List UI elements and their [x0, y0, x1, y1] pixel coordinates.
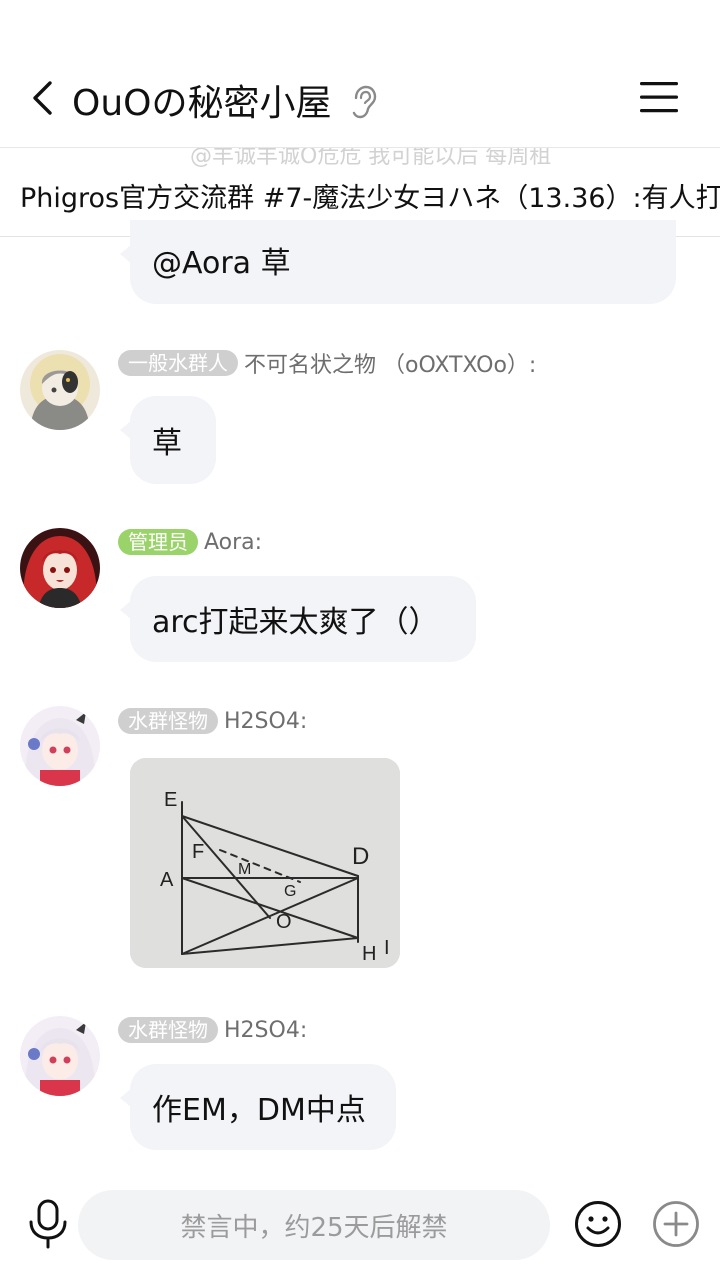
ear-icon[interactable] — [348, 84, 378, 120]
sketch-label: E — [164, 789, 177, 811]
member-title-badge: 一般水群人 — [118, 350, 238, 376]
sketch-label: H — [362, 943, 376, 965]
sender-name[interactable]: H2SO4: — [224, 1018, 307, 1043]
hamburger-menu-icon[interactable] — [640, 80, 678, 114]
sketch-label: O — [276, 911, 292, 933]
message-meta: 水群怪物 H2SO4: — [118, 1015, 307, 1045]
banner-ghost-text: @羊诚羊诚O危危 我可能以后 每周租 — [190, 148, 552, 169]
message-text: 作EM，DM中点 — [152, 1093, 366, 1128]
smiley-icon[interactable] — [574, 1200, 622, 1248]
message-bubble[interactable]: 作EM，DM中点 — [120, 1064, 396, 1150]
sketch-label: A — [160, 869, 174, 891]
sketch-label: G — [284, 883, 296, 900]
message-bubble[interactable]: 草 — [120, 396, 216, 484]
muted-placeholder: 禁言中，约25天后解禁 — [180, 1212, 448, 1243]
member-title-badge: 水群怪物 — [118, 708, 218, 734]
message-meta: 一般水群人 不可名状之物 （oOXTXOo）: — [118, 348, 536, 378]
image-message[interactable]: E F M A G O D H I — [130, 758, 400, 968]
geometry-sketch-photo: E F M A G O D H I — [130, 758, 400, 968]
chevron-left-icon[interactable] — [28, 80, 58, 116]
banner-text: Phigros官方交流群 #7-魔法少女ヨハネ（13.36）:有人打 — [20, 183, 720, 214]
sketch-label: D — [352, 843, 369, 870]
message-input[interactable]: 禁言中，约25天后解禁 — [78, 1190, 550, 1260]
chat-title: OuOの秘密小屋 — [72, 83, 332, 124]
avatar[interactable] — [20, 1016, 100, 1096]
sketch-label: M — [238, 861, 251, 878]
sender-name[interactable]: H2SO4: — [224, 709, 307, 734]
sender-name[interactable]: Aora: — [204, 530, 262, 555]
message-text: 草 — [152, 426, 182, 461]
admin-badge: 管理员 — [118, 529, 198, 555]
sender-name[interactable]: 不可名状之物 （oOXTXOo）: — [244, 347, 536, 379]
message-bubble[interactable]: @Aora 草 — [120, 220, 676, 304]
avatar[interactable] — [20, 706, 100, 786]
microphone-icon[interactable] — [26, 1198, 70, 1250]
message-text: arc打起来太爽了（） — [152, 605, 439, 640]
message-text: @Aora 草 — [152, 246, 291, 281]
sketch-label: I — [384, 937, 390, 959]
message-meta: 管理员 Aora: — [118, 527, 262, 557]
avatar[interactable] — [20, 528, 100, 608]
top-bar: OuOの秘密小屋 — [0, 0, 720, 148]
plus-circle-icon[interactable] — [652, 1200, 700, 1248]
member-title-badge: 水群怪物 — [118, 1017, 218, 1043]
message-meta: 水群怪物 H2SO4: — [118, 706, 307, 736]
sketch-label: F — [192, 841, 204, 863]
avatar[interactable] — [20, 350, 100, 430]
message-bubble[interactable]: arc打起来太爽了（） — [120, 576, 476, 662]
